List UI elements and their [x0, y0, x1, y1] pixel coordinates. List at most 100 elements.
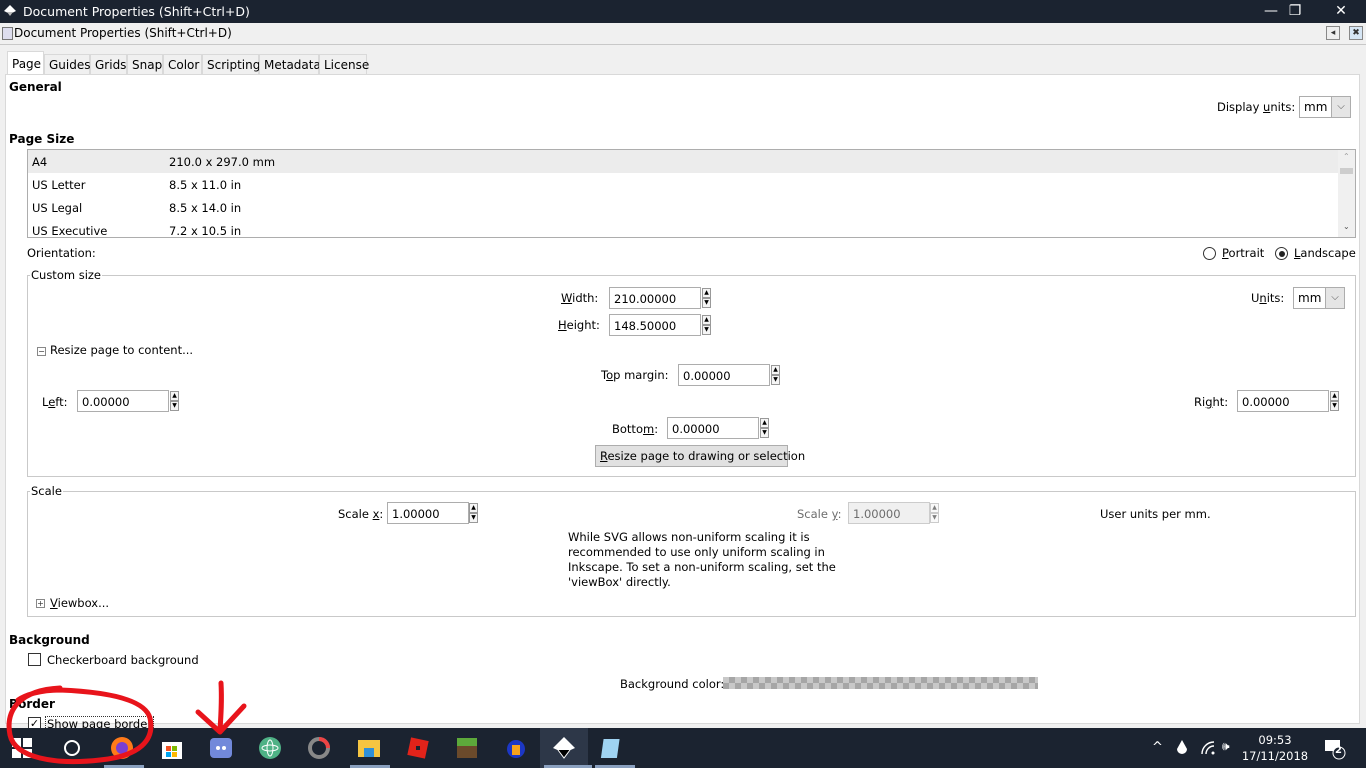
- scroll-up-icon[interactable]: ⌃: [1343, 152, 1350, 161]
- resize-page-expander[interactable]: Resize page to content...: [50, 343, 193, 357]
- height-label: Height:: [558, 318, 600, 332]
- general-heading: General: [9, 80, 62, 94]
- right-margin-label: Right:: [1194, 395, 1229, 409]
- window-title-bar: Document Properties (Shift+Ctrl+D) — ❐ ✕: [0, 0, 1366, 23]
- units-value: mm: [1298, 291, 1322, 305]
- clock-date[interactable]: 17/11/2018: [1240, 749, 1310, 763]
- dropbox-drop-icon[interactable]: [1176, 740, 1188, 756]
- viewbox-expander[interactable]: Viewbox...: [50, 596, 109, 610]
- portrait-radio[interactable]: [1203, 247, 1216, 260]
- page-size-row[interactable]: US Letter 8.5 x 11.0 in: [28, 173, 1338, 196]
- left-margin-label: Left:: [42, 395, 68, 409]
- page-size-row[interactable]: A4 210.0 x 297.0 mm: [28, 150, 1338, 173]
- scale-legend: Scale: [30, 484, 63, 498]
- border-heading: Border: [9, 697, 55, 711]
- dock-header: Document Properties (Shift+Ctrl+D) ◂ ✖: [0, 23, 1366, 45]
- background-color-label: Background color:: [620, 677, 725, 691]
- background-color-swatch[interactable]: [723, 677, 1038, 689]
- scale-y-label: Scale y:: [797, 507, 842, 521]
- atom-icon[interactable]: [258, 736, 282, 760]
- page-size-list[interactable]: A4 210.0 x 297.0 mm US Letter 8.5 x 11.0 i…: [27, 149, 1356, 238]
- document-properties-icon: [2, 27, 13, 40]
- top-margin-label: Top margin:: [601, 368, 669, 382]
- clock-time[interactable]: 09:53: [1240, 733, 1310, 747]
- windows-start-icon[interactable]: [12, 738, 32, 758]
- taskbar: ^ 🕪 09:53 17/11/2018 2: [0, 728, 1366, 768]
- page-size-heading: Page Size: [9, 132, 75, 146]
- inkscape-app-icon: [4, 5, 16, 16]
- height-stepper[interactable]: ▲ ▼: [702, 315, 711, 335]
- tab-grids[interactable]: Grids: [90, 54, 127, 75]
- display-units-select[interactable]: mm ⌵: [1299, 96, 1351, 118]
- cortana-icon[interactable]: [62, 738, 82, 758]
- height-input[interactable]: 148.50000: [609, 314, 701, 336]
- scale-x-stepper[interactable]: ▲ ▼: [469, 503, 478, 523]
- chevron-down-icon[interactable]: ⌵: [1325, 288, 1344, 308]
- obs-icon[interactable]: [307, 736, 331, 760]
- notepad-icon[interactable]: [600, 736, 624, 760]
- units-select[interactable]: mm ⌵: [1293, 287, 1345, 309]
- tab-scripting[interactable]: Scripting: [202, 54, 260, 75]
- close-window-button[interactable]: ✕: [1318, 0, 1364, 23]
- custom-size-legend: Custom size: [30, 268, 103, 282]
- scale-x-label: Scale x:: [338, 507, 384, 521]
- tab-metadata[interactable]: Metadata: [259, 54, 321, 75]
- width-input[interactable]: 210.00000: [609, 287, 701, 309]
- right-margin-stepper[interactable]: ▲ ▼: [1330, 391, 1339, 411]
- tab-snap[interactable]: Snap: [127, 54, 163, 75]
- file-explorer-icon[interactable]: [357, 736, 381, 760]
- show-hidden-icons[interactable]: ^: [1152, 740, 1163, 755]
- background-heading: Background: [9, 633, 90, 647]
- orientation-label: Orientation:: [27, 246, 96, 260]
- discord-icon[interactable]: [209, 736, 233, 760]
- dock-title: Document Properties (Shift+Ctrl+D): [14, 26, 232, 40]
- bottom-margin-label: Bottom:: [612, 422, 659, 436]
- chevron-down-icon[interactable]: ⌵: [1331, 97, 1350, 117]
- restore-button[interactable]: ❐: [1272, 0, 1318, 23]
- notification-count-badge: 2: [1335, 745, 1342, 756]
- scroll-thumb[interactable]: [1340, 168, 1353, 174]
- tab-color[interactable]: Color: [163, 54, 202, 75]
- left-margin-input[interactable]: 0.00000: [77, 390, 169, 412]
- display-units-label: Display units:: [1217, 100, 1296, 114]
- left-margin-stepper[interactable]: ▲ ▼: [170, 391, 179, 411]
- right-margin-input[interactable]: 0.00000: [1237, 390, 1329, 412]
- bottom-margin-stepper[interactable]: ▲ ▼: [760, 418, 769, 438]
- wifi-icon[interactable]: [1200, 740, 1216, 756]
- scale-y-input: 1.00000: [848, 502, 930, 524]
- expand-icon[interactable]: +: [36, 599, 45, 608]
- uniform-scaling-warning: While SVG allows non-uniform scaling it …: [568, 530, 836, 589]
- portrait-label[interactable]: Portrait: [1222, 246, 1264, 260]
- checkerboard-checkbox[interactable]: [28, 653, 41, 666]
- display-units-value: mm: [1304, 100, 1328, 114]
- microsoft-store-icon[interactable]: [160, 736, 184, 760]
- volume-icon[interactable]: 🕪: [1222, 739, 1230, 754]
- user-units-note: User units per mm.: [1100, 507, 1211, 521]
- checkerboard-label[interactable]: Checkerboard background: [47, 653, 199, 667]
- roblox-icon[interactable]: [406, 736, 430, 760]
- page-size-scrollbar[interactable]: ⌃ ⌄: [1338, 150, 1355, 237]
- width-label: Width:: [561, 291, 599, 305]
- minecraft-icon[interactable]: [455, 736, 479, 760]
- bottom-margin-input[interactable]: 0.00000: [667, 417, 759, 439]
- iconify-dock-button[interactable]: ◂: [1326, 26, 1340, 40]
- page-size-row[interactable]: US Legal 8.5 x 14.0 in: [28, 196, 1338, 219]
- landscape-label[interactable]: Landscape: [1294, 246, 1356, 260]
- resize-to-drawing-button[interactable]: Resize page to drawing or selection: [595, 445, 805, 467]
- scroll-down-icon[interactable]: ⌄: [1343, 222, 1350, 231]
- tab-page[interactable]: Page: [7, 51, 44, 75]
- width-stepper[interactable]: ▲ ▼: [702, 288, 711, 308]
- audacity-icon[interactable]: [504, 736, 528, 760]
- firefox-icon[interactable]: [110, 736, 134, 760]
- top-margin-stepper[interactable]: ▲ ▼: [771, 365, 780, 385]
- landscape-radio[interactable]: [1275, 247, 1288, 260]
- scale-x-input[interactable]: 1.00000: [387, 502, 469, 524]
- top-margin-input[interactable]: 0.00000: [678, 364, 770, 386]
- close-dock-button[interactable]: ✖: [1349, 26, 1363, 40]
- inkscape-icon[interactable]: [552, 736, 576, 760]
- page-size-row[interactable]: US Executive 7.2 x 10.5 in: [28, 219, 1338, 237]
- scale-y-stepper: ▲ ▼: [930, 503, 939, 523]
- tab-license[interactable]: License: [319, 54, 369, 75]
- collapse-icon[interactable]: −: [37, 347, 46, 356]
- tab-guides[interactable]: Guides: [44, 54, 91, 75]
